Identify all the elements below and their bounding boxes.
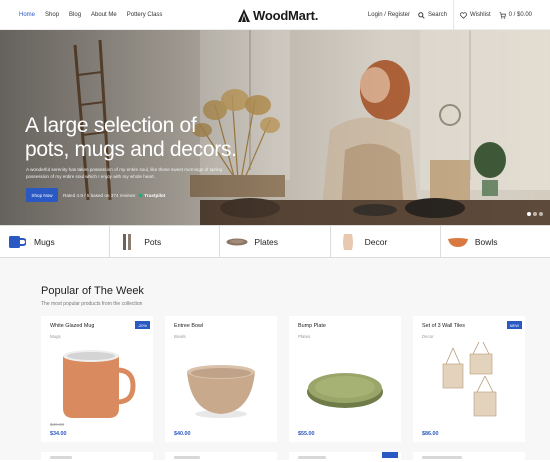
search-icon xyxy=(418,11,425,19)
bowl-icon xyxy=(447,233,469,251)
header-actions: Login / Register Search Wishlist 0 / $0.… xyxy=(368,0,532,30)
nav-home[interactable]: Home xyxy=(19,12,35,18)
slider-dots xyxy=(527,212,543,216)
product-name[interactable]: Set of 3 Wall Tiles xyxy=(422,323,465,329)
section-title: Popular of The Week xyxy=(41,285,144,297)
login-register-link[interactable]: Login / Register xyxy=(368,12,410,18)
slider-dot-2[interactable] xyxy=(533,212,537,216)
plate-icon xyxy=(226,233,248,251)
product-price: $55.00 xyxy=(298,431,315,437)
nav-blog[interactable]: Blog xyxy=(69,12,81,18)
logo-text: WoodMart. xyxy=(253,7,319,23)
text-placeholder xyxy=(50,456,72,459)
product-category[interactable]: Mugs xyxy=(50,334,61,339)
cart-total: 0 / $0.00 xyxy=(508,12,532,18)
nav-about-me[interactable]: About Me xyxy=(91,12,117,18)
new-badge: NEW xyxy=(506,321,522,329)
wishlist-label: Wishlist xyxy=(469,12,491,18)
product-card[interactable]: Set of 3 Wall Tiles Decor NEW $86.00 xyxy=(413,316,525,442)
trustpilot-logo[interactable]: Trustpilot xyxy=(138,192,165,198)
category-plates[interactable]: Plates xyxy=(220,226,331,257)
site-header: Home Shop Blog About Me Pottery Class Wo… xyxy=(0,0,550,30)
product-card[interactable]: Entree Bowl Bowls $40.00 xyxy=(165,316,277,442)
category-label: Bowls xyxy=(474,236,498,247)
text-placeholder xyxy=(422,456,462,459)
product-price: $34.00 xyxy=(50,431,67,437)
product-category[interactable]: Decor xyxy=(422,334,434,339)
product-image[interactable] xyxy=(41,342,153,422)
hero-banner: A large selection of pots, mugs and deco… xyxy=(0,30,550,225)
category-mugs[interactable]: Mugs xyxy=(0,226,111,257)
decor-icon xyxy=(337,233,359,251)
product-card[interactable]: Bump Plate Plates $55.00 xyxy=(289,316,401,442)
search-button[interactable]: Search xyxy=(418,11,447,19)
product-card[interactable] xyxy=(41,452,153,462)
category-label: Mugs xyxy=(34,236,55,247)
product-card[interactable] xyxy=(413,452,525,462)
hero-subtitle: A wonderful serenity has taken possessio… xyxy=(26,167,223,179)
category-label: Pots xyxy=(144,236,162,247)
shop-now-button[interactable]: Shop Now xyxy=(26,188,58,202)
badge xyxy=(382,452,398,458)
old-price: $40.00 xyxy=(50,422,65,427)
product-price: $86.00 xyxy=(422,431,439,437)
product-grid: White Glazed Mug Mugs -20% $40.00 $34.00… xyxy=(41,316,525,442)
header-divider xyxy=(452,0,454,30)
product-image[interactable] xyxy=(289,342,401,422)
text-placeholder xyxy=(174,456,200,459)
category-label: Plates xyxy=(254,236,279,247)
product-name[interactable]: Bump Plate xyxy=(298,323,326,329)
mug-icon xyxy=(6,233,28,251)
rating-info: Rated 4.9 / 5 based on 374 reviews Trust… xyxy=(63,188,165,202)
product-price: $40.00 xyxy=(174,431,191,437)
product-card[interactable] xyxy=(289,452,401,462)
main-nav: Home Shop Blog About Me Pottery Class xyxy=(19,0,162,30)
rating-text: Rated 4.9 / 5 based on 374 reviews xyxy=(63,192,136,198)
section-subtitle: The most popular products from the colle… xyxy=(41,301,143,307)
wishlist-link[interactable]: Wishlist xyxy=(459,11,491,19)
discount-badge: -20% xyxy=(134,321,150,329)
category-decor[interactable]: Decor xyxy=(331,226,441,257)
category-pots[interactable]: Pots xyxy=(110,226,221,257)
popular-section: Popular of The Week The most popular pro… xyxy=(0,258,550,462)
product-card[interactable]: White Glazed Mug Mugs -20% $40.00 $34.00 xyxy=(41,316,153,442)
cart-link[interactable]: 0 / $0.00 xyxy=(499,11,532,19)
product-image[interactable] xyxy=(165,342,277,422)
category-bowls[interactable]: Bowls xyxy=(441,226,550,257)
hero-title: A large selection of pots, mugs and deco… xyxy=(25,114,237,161)
product-grid-row-2 xyxy=(41,452,525,462)
site-logo[interactable]: WoodMart. xyxy=(238,6,318,24)
product-card[interactable] xyxy=(165,452,277,462)
slider-dot-3[interactable] xyxy=(539,212,543,216)
product-category[interactable]: Plates xyxy=(298,334,310,339)
category-label: Decor xyxy=(364,236,388,247)
search-label: Search xyxy=(427,12,447,18)
product-image[interactable] xyxy=(413,342,525,422)
heart-icon xyxy=(459,11,467,19)
text-placeholder xyxy=(298,456,326,459)
category-bar: Mugs Pots Plates Decor Bowls xyxy=(0,225,550,258)
product-name[interactable]: Entree Bowl xyxy=(174,323,203,329)
product-category[interactable]: Bowls xyxy=(174,334,186,339)
nav-shop[interactable]: Shop xyxy=(45,12,59,18)
product-name[interactable]: White Glazed Mug xyxy=(50,323,94,329)
cart-icon xyxy=(499,11,506,19)
star-icon xyxy=(138,192,144,198)
nav-pottery-class[interactable]: Pottery Class xyxy=(127,12,163,18)
logo-icon xyxy=(238,8,250,22)
slider-dot-1[interactable] xyxy=(527,212,531,216)
pot-icon xyxy=(116,233,138,251)
